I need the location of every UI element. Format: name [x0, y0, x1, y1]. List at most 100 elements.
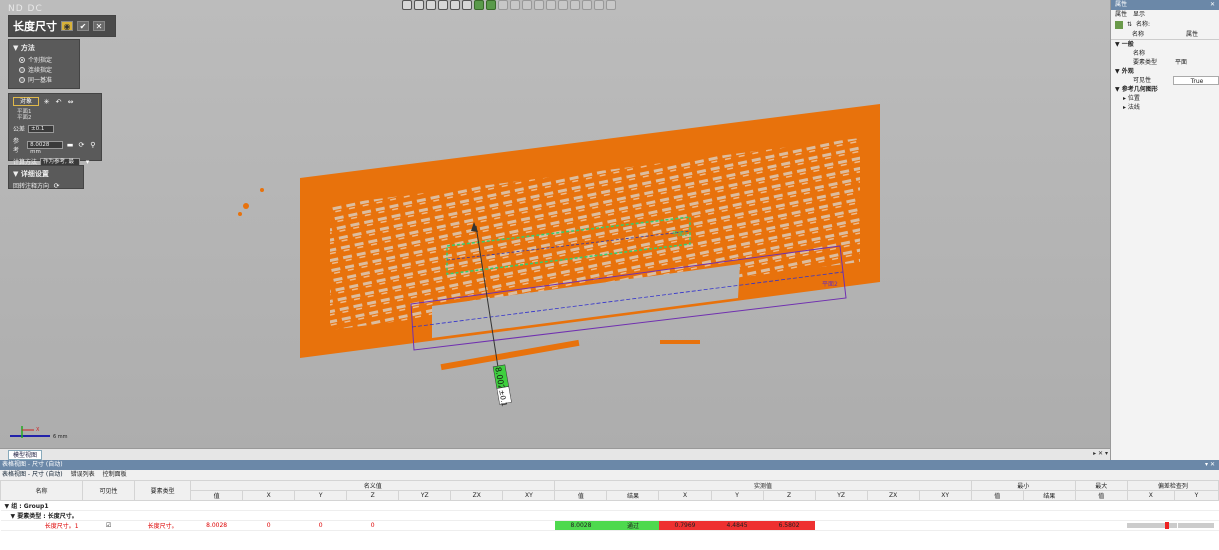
detail-heading: ▼ 详细设置 [13, 170, 49, 178]
nominal-z: 0 [346, 520, 399, 531]
tab-properties[interactable]: 属性 [1115, 10, 1127, 20]
group-row[interactable]: ▼ 组 : Group1 [0, 500, 1219, 511]
object-button[interactable]: 对象 [13, 97, 40, 106]
tab-model-view[interactable]: 模型视图 [8, 450, 43, 460]
deviation-bar-y [1174, 520, 1219, 531]
plane1-label: 平面1 [672, 231, 688, 238]
prop-category[interactable]: ▼ 外观 [1111, 67, 1173, 76]
col-deviation: 偏差检查列 [1126, 480, 1219, 491]
swap-icon[interactable]: ⇔ [66, 98, 75, 106]
tolerance-field[interactable]: ±0.1 [28, 124, 55, 133]
selected-planes-list: 平面1 平面2 [17, 109, 97, 121]
close-icon[interactable]: ✕ [1210, 0, 1215, 10]
preview-icon[interactable]: ◉ [61, 21, 73, 31]
asterisk-icon[interactable]: ✳ [42, 98, 51, 106]
sub-col[interactable]: YZ [398, 490, 452, 501]
reference-field[interactable]: 8.0028 mm [27, 141, 63, 155]
tab-control-panel[interactable]: 控制面板 [103, 470, 127, 480]
alpha-sort-icon[interactable]: ⇅ [1127, 20, 1132, 30]
panel-title: 长度尺寸 [13, 20, 57, 33]
method-section: ▼ 方法 个别指定 连续指定 同一基准 [8, 39, 80, 89]
sub-col[interactable]: X [1126, 490, 1175, 501]
dimension-annotation[interactable]: 8.0028 ±0.1 [492, 364, 512, 407]
sub-col[interactable]: 结果 [606, 490, 660, 501]
name-label: 名称: [1136, 21, 1151, 28]
sub-col[interactable]: 值 [1074, 490, 1128, 501]
measured-value: 8.0028 [554, 520, 607, 531]
col-nominal: 名义值 [190, 480, 556, 491]
rotate-icon[interactable]: ⟳ [52, 182, 61, 190]
chevron-down-icon[interactable]: ▾ [83, 158, 92, 166]
plane2-label: 平面2 [822, 281, 838, 288]
dimension-table: 名称 可见性 要素类型 名义值 实测值 最小 最大 偏差检查列 值 X Y Z … [0, 480, 1219, 531]
prop-category[interactable]: ▼ 参考几何图形 [1111, 85, 1173, 94]
measured-x: 0.7969 [658, 520, 712, 531]
radio-icon [19, 66, 25, 73]
col-min: 最小 [970, 480, 1076, 491]
model-view-tabbar: 模型视图 ▸ ✕ ▾ [0, 448, 1110, 460]
sub-col[interactable]: YZ [814, 490, 868, 501]
3d-viewport[interactable]: ND DC 平面1 平面2 8.0028 ±0.1 X 6 mm 长度尺寸 ◉ … [0, 0, 1110, 448]
sub-col[interactable]: Y [710, 490, 764, 501]
properties-header: 属性 [1115, 1, 1128, 8]
point-cloud-scene: 平面1 平面2 8.0028 ±0.1 X 6 mm [10, 104, 880, 440]
prop-key: 可见性 [1133, 77, 1152, 84]
feature-type-row[interactable]: ▼ 要素类型 : 长度尺寸。 [0, 510, 1219, 521]
tab-table-view[interactable]: 表格视图 - 尺寸 (自动) [2, 470, 63, 480]
prop-key: 要素类型 [1133, 59, 1158, 66]
rotate-annotation-label: 回转注释方向 [13, 183, 50, 190]
visibility-value[interactable]: True [1173, 76, 1219, 85]
method-option-individual[interactable]: 个别指定 [19, 55, 75, 64]
sub-col[interactable]: Y [1173, 490, 1219, 501]
sub-col[interactable]: 值 [970, 490, 1024, 501]
nominal-y: 0 [294, 520, 347, 531]
object-section: 对象 ✳ ↶ ⇔ 平面1 平面2 公差 ±0.1 参考 8.0028 mm ▬ … [8, 93, 102, 172]
col-visibility[interactable]: 可见性 [82, 480, 136, 501]
scale-label: 6 mm [53, 434, 68, 440]
sub-col[interactable]: XY [918, 490, 972, 501]
axis-x-label: X [36, 427, 40, 433]
close-icon[interactable]: ▾ ✕ [1205, 460, 1215, 470]
zoom-icon[interactable]: ⚲ [89, 141, 97, 149]
tab-nav-icon[interactable]: ▸ ✕ ▾ [1093, 450, 1108, 457]
result: 通过 [606, 520, 659, 531]
sub-col[interactable]: Z [346, 490, 400, 501]
deviation-bar-x [1127, 520, 1178, 531]
sub-col[interactable]: 结果 [1022, 490, 1076, 501]
prop-category[interactable]: ▼ 一般 [1111, 40, 1173, 49]
category-sort-icon[interactable] [1115, 21, 1123, 29]
sub-col[interactable]: XY [502, 490, 556, 501]
tab-display[interactable]: 显示 [1133, 10, 1145, 20]
table-row[interactable]: 长度尺寸。1 ☑ 长度尺寸。 8.0028 0 0 0 8.0028 通过 0.… [0, 520, 1219, 531]
close-button[interactable]: ✕ [93, 21, 105, 31]
undo-icon[interactable]: ↶ [54, 98, 63, 106]
sub-col[interactable]: 值 [554, 490, 608, 501]
dimension-tolerance: ±0.1 [497, 389, 508, 407]
visibility-checkbox[interactable]: ☑ [82, 520, 135, 531]
prop-subcategory[interactable]: ▸ 位置 [1111, 94, 1173, 103]
sub-col[interactable]: 值 [190, 490, 244, 501]
sub-col[interactable]: X [658, 490, 712, 501]
prop-subcategory[interactable]: ▸ 法线 [1111, 103, 1173, 112]
col-feature-type[interactable]: 要素类型 [134, 480, 192, 501]
properties-panel: 属性 ✕ 属性 显示 ⇅ 名称: 名称 属性 ▼ 一般 名称 要素类型 平面 ▼ 外… [1110, 0, 1219, 460]
sub-col[interactable]: ZX [866, 490, 920, 501]
sub-col[interactable]: X [242, 490, 296, 501]
prop-key: 名称 [1133, 50, 1146, 57]
sub-col[interactable]: ZX [450, 490, 504, 501]
tab-error-list[interactable]: 错误列表 [71, 470, 95, 480]
sub-col[interactable]: Y [294, 490, 348, 501]
method-heading: ▼ 方法 [13, 44, 35, 52]
method-option-continuous[interactable]: 连续指定 [19, 65, 75, 74]
refresh-icon[interactable]: ⟳ [77, 141, 85, 149]
method-option-same-base[interactable]: 同一基准 [19, 75, 75, 84]
sub-col[interactable]: Z [762, 490, 816, 501]
selected-plane2: 平面2 [17, 115, 32, 121]
ok-button[interactable]: ✔ [77, 21, 89, 31]
radio-icon [19, 76, 25, 83]
ruler-icon[interactable]: ▬ [66, 141, 74, 149]
row-name: 长度尺寸。1 [0, 520, 83, 531]
nominal-value: 8.0028 [190, 520, 243, 531]
col-name[interactable]: 名称 [0, 480, 84, 501]
col-measured: 实测值 [554, 480, 972, 491]
